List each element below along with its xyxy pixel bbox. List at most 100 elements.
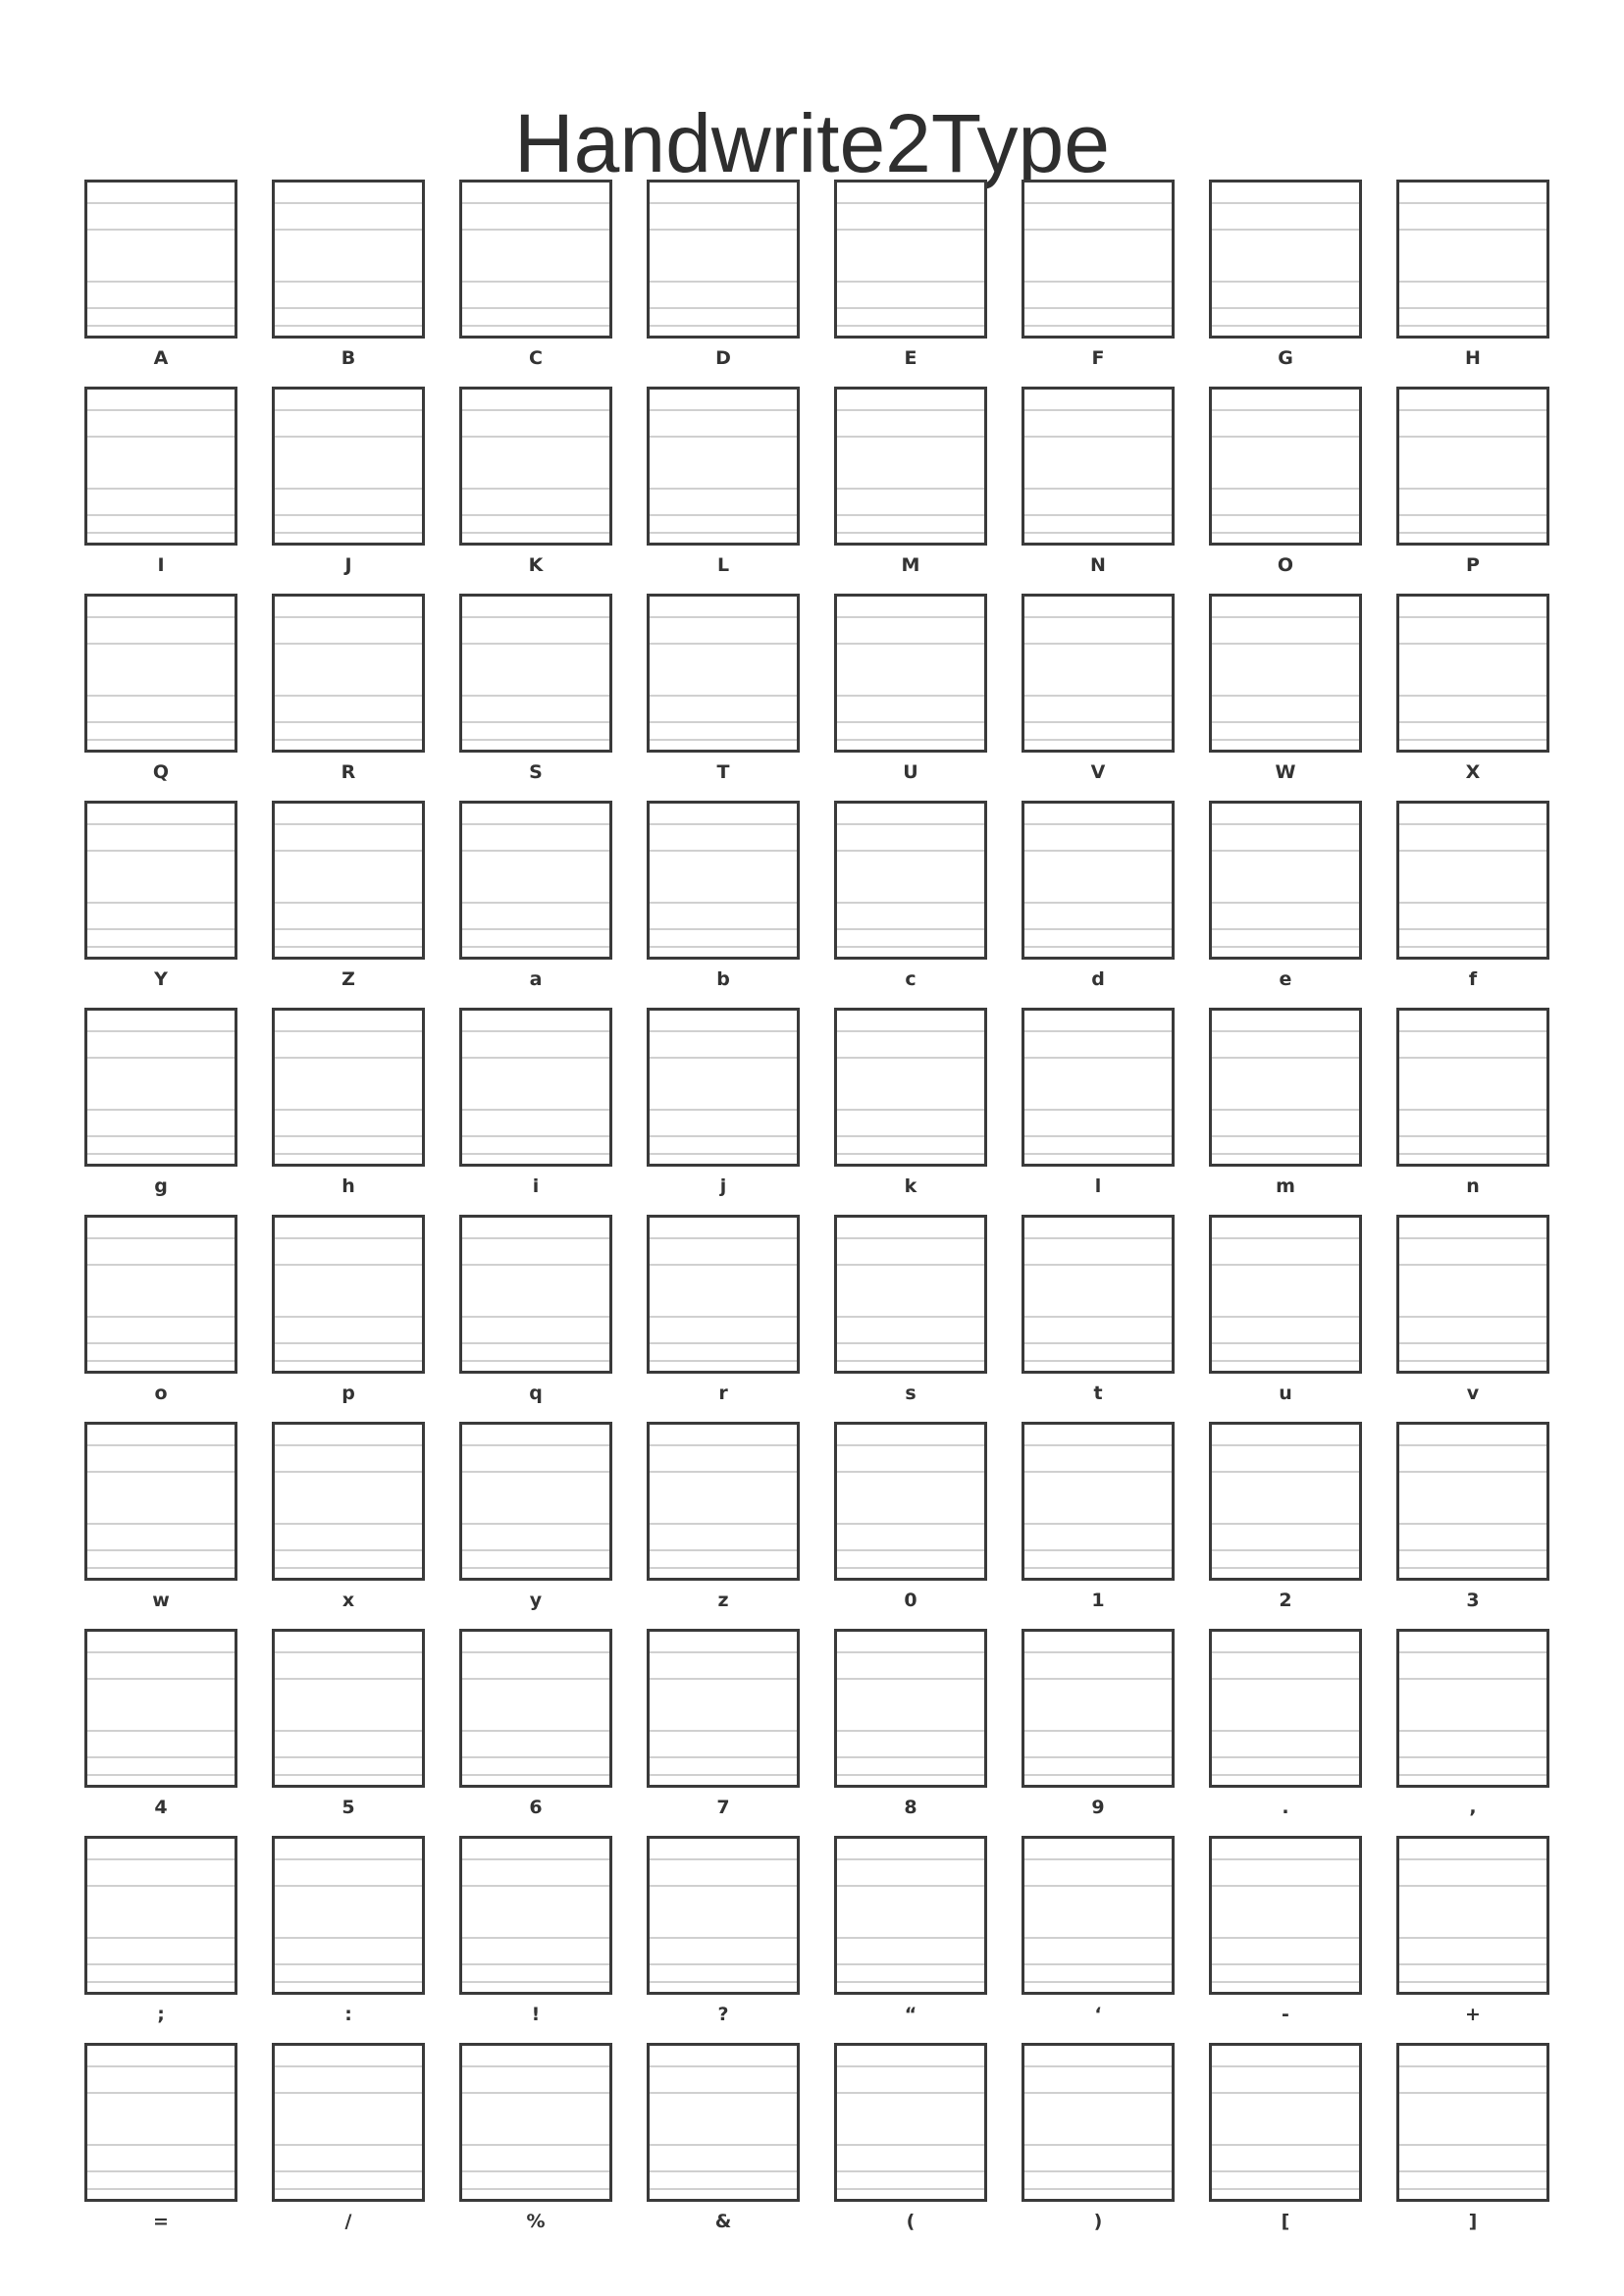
handwriting-box[interactable] [1396, 1836, 1549, 1995]
handwriting-box[interactable] [459, 1422, 612, 1581]
handwriting-box[interactable] [1209, 180, 1362, 339]
handwriting-box[interactable] [1022, 1422, 1175, 1581]
handwriting-box[interactable] [459, 2043, 612, 2202]
handwriting-box[interactable] [1022, 801, 1175, 960]
handwriting-box[interactable] [459, 1215, 612, 1374]
handwriting-box[interactable] [834, 1836, 987, 1995]
handwriting-box[interactable] [272, 387, 425, 546]
handwriting-box[interactable] [834, 801, 987, 960]
character-cell: H [1396, 180, 1549, 387]
handwriting-box[interactable] [1396, 387, 1549, 546]
handwriting-box[interactable] [1396, 1422, 1549, 1581]
character-label: T [716, 761, 730, 783]
handwriting-box[interactable] [272, 1629, 425, 1788]
character-cell: L [647, 387, 800, 594]
handwriting-box[interactable] [459, 801, 612, 960]
character-label: & [714, 2211, 732, 2232]
character-label: 7 [716, 1797, 730, 1818]
handwriting-box[interactable] [834, 594, 987, 753]
handwriting-box[interactable] [647, 387, 800, 546]
handwriting-box[interactable] [459, 180, 612, 339]
handwriting-box[interactable] [1209, 1836, 1362, 1995]
handwriting-box[interactable] [647, 594, 800, 753]
handwriting-box[interactable] [647, 801, 800, 960]
handwriting-box[interactable] [1022, 1836, 1175, 1995]
handwriting-box[interactable] [647, 1836, 800, 1995]
character-cell: 3 [1396, 1422, 1549, 1629]
handwriting-box[interactable] [1209, 594, 1362, 753]
character-cell: 2 [1209, 1422, 1362, 1629]
handwriting-box[interactable] [272, 1215, 425, 1374]
character-cell: / [272, 2043, 425, 2250]
handwriting-box[interactable] [272, 2043, 425, 2202]
handwriting-box[interactable] [1209, 387, 1362, 546]
handwriting-box[interactable] [1209, 2043, 1362, 2202]
handwriting-box[interactable] [272, 1422, 425, 1581]
handwriting-box[interactable] [84, 1629, 237, 1788]
handwriting-box[interactable] [84, 1836, 237, 1995]
handwriting-box[interactable] [272, 1008, 425, 1167]
handwriting-box[interactable] [272, 1836, 425, 1995]
character-label: 5 [341, 1797, 355, 1818]
handwriting-box[interactable] [84, 2043, 237, 2202]
character-label: , [1469, 1797, 1477, 1818]
character-cell: [ [1209, 2043, 1362, 2250]
handwriting-box[interactable] [84, 1422, 237, 1581]
handwriting-box[interactable] [1022, 1629, 1175, 1788]
handwriting-box[interactable] [1022, 594, 1175, 753]
handwriting-box[interactable] [459, 1629, 612, 1788]
handwriting-box[interactable] [834, 2043, 987, 2202]
character-cell: 4 [84, 1629, 237, 1836]
character-label: j [719, 1175, 727, 1197]
handwriting-box[interactable] [647, 2043, 800, 2202]
handwriting-box[interactable] [834, 1008, 987, 1167]
handwriting-box[interactable] [834, 180, 987, 339]
handwriting-box[interactable] [647, 1008, 800, 1167]
character-label: ) [1093, 2211, 1103, 2232]
handwriting-box[interactable] [1396, 801, 1549, 960]
handwriting-box[interactable] [84, 180, 237, 339]
handwriting-box[interactable] [1022, 2043, 1175, 2202]
handwriting-box[interactable] [84, 1215, 237, 1374]
handwriting-box[interactable] [459, 594, 612, 753]
handwriting-box[interactable] [272, 180, 425, 339]
character-cell: + [1396, 1836, 1549, 2043]
handwriting-box[interactable] [834, 1422, 987, 1581]
handwriting-box[interactable] [1022, 387, 1175, 546]
character-label: x [341, 1590, 355, 1611]
handwriting-box[interactable] [1396, 2043, 1549, 2202]
handwriting-box[interactable] [459, 1008, 612, 1167]
handwriting-box[interactable] [84, 801, 237, 960]
character-label: o [154, 1383, 168, 1404]
handwriting-box[interactable] [834, 387, 987, 546]
handwriting-box[interactable] [272, 801, 425, 960]
handwriting-box[interactable] [1396, 1215, 1549, 1374]
handwriting-box[interactable] [647, 180, 800, 339]
handwriting-box[interactable] [834, 1629, 987, 1788]
character-label: r [718, 1383, 728, 1404]
handwriting-box[interactable] [1209, 1008, 1362, 1167]
handwriting-box[interactable] [1022, 180, 1175, 339]
handwriting-box[interactable] [1396, 1629, 1549, 1788]
handwriting-box[interactable] [1396, 1008, 1549, 1167]
handwriting-box[interactable] [272, 594, 425, 753]
handwriting-box[interactable] [1396, 594, 1549, 753]
handwriting-box[interactable] [1209, 1629, 1362, 1788]
handwriting-box[interactable] [1022, 1008, 1175, 1167]
handwriting-box[interactable] [834, 1215, 987, 1374]
handwriting-box[interactable] [84, 594, 237, 753]
handwriting-box[interactable] [1209, 1215, 1362, 1374]
handwriting-box[interactable] [647, 1629, 800, 1788]
handwriting-box[interactable] [459, 1836, 612, 1995]
handwriting-box[interactable] [1209, 1422, 1362, 1581]
handwriting-box[interactable] [1209, 801, 1362, 960]
character-cell: 7 [647, 1629, 800, 1836]
handwriting-box[interactable] [84, 1008, 237, 1167]
handwriting-box[interactable] [647, 1422, 800, 1581]
handwriting-box[interactable] [647, 1215, 800, 1374]
handwriting-box[interactable] [1396, 180, 1549, 339]
handwriting-box[interactable] [84, 387, 237, 546]
handwriting-box[interactable] [1022, 1215, 1175, 1374]
character-label: ? [717, 2004, 729, 2025]
handwriting-box[interactable] [459, 387, 612, 546]
